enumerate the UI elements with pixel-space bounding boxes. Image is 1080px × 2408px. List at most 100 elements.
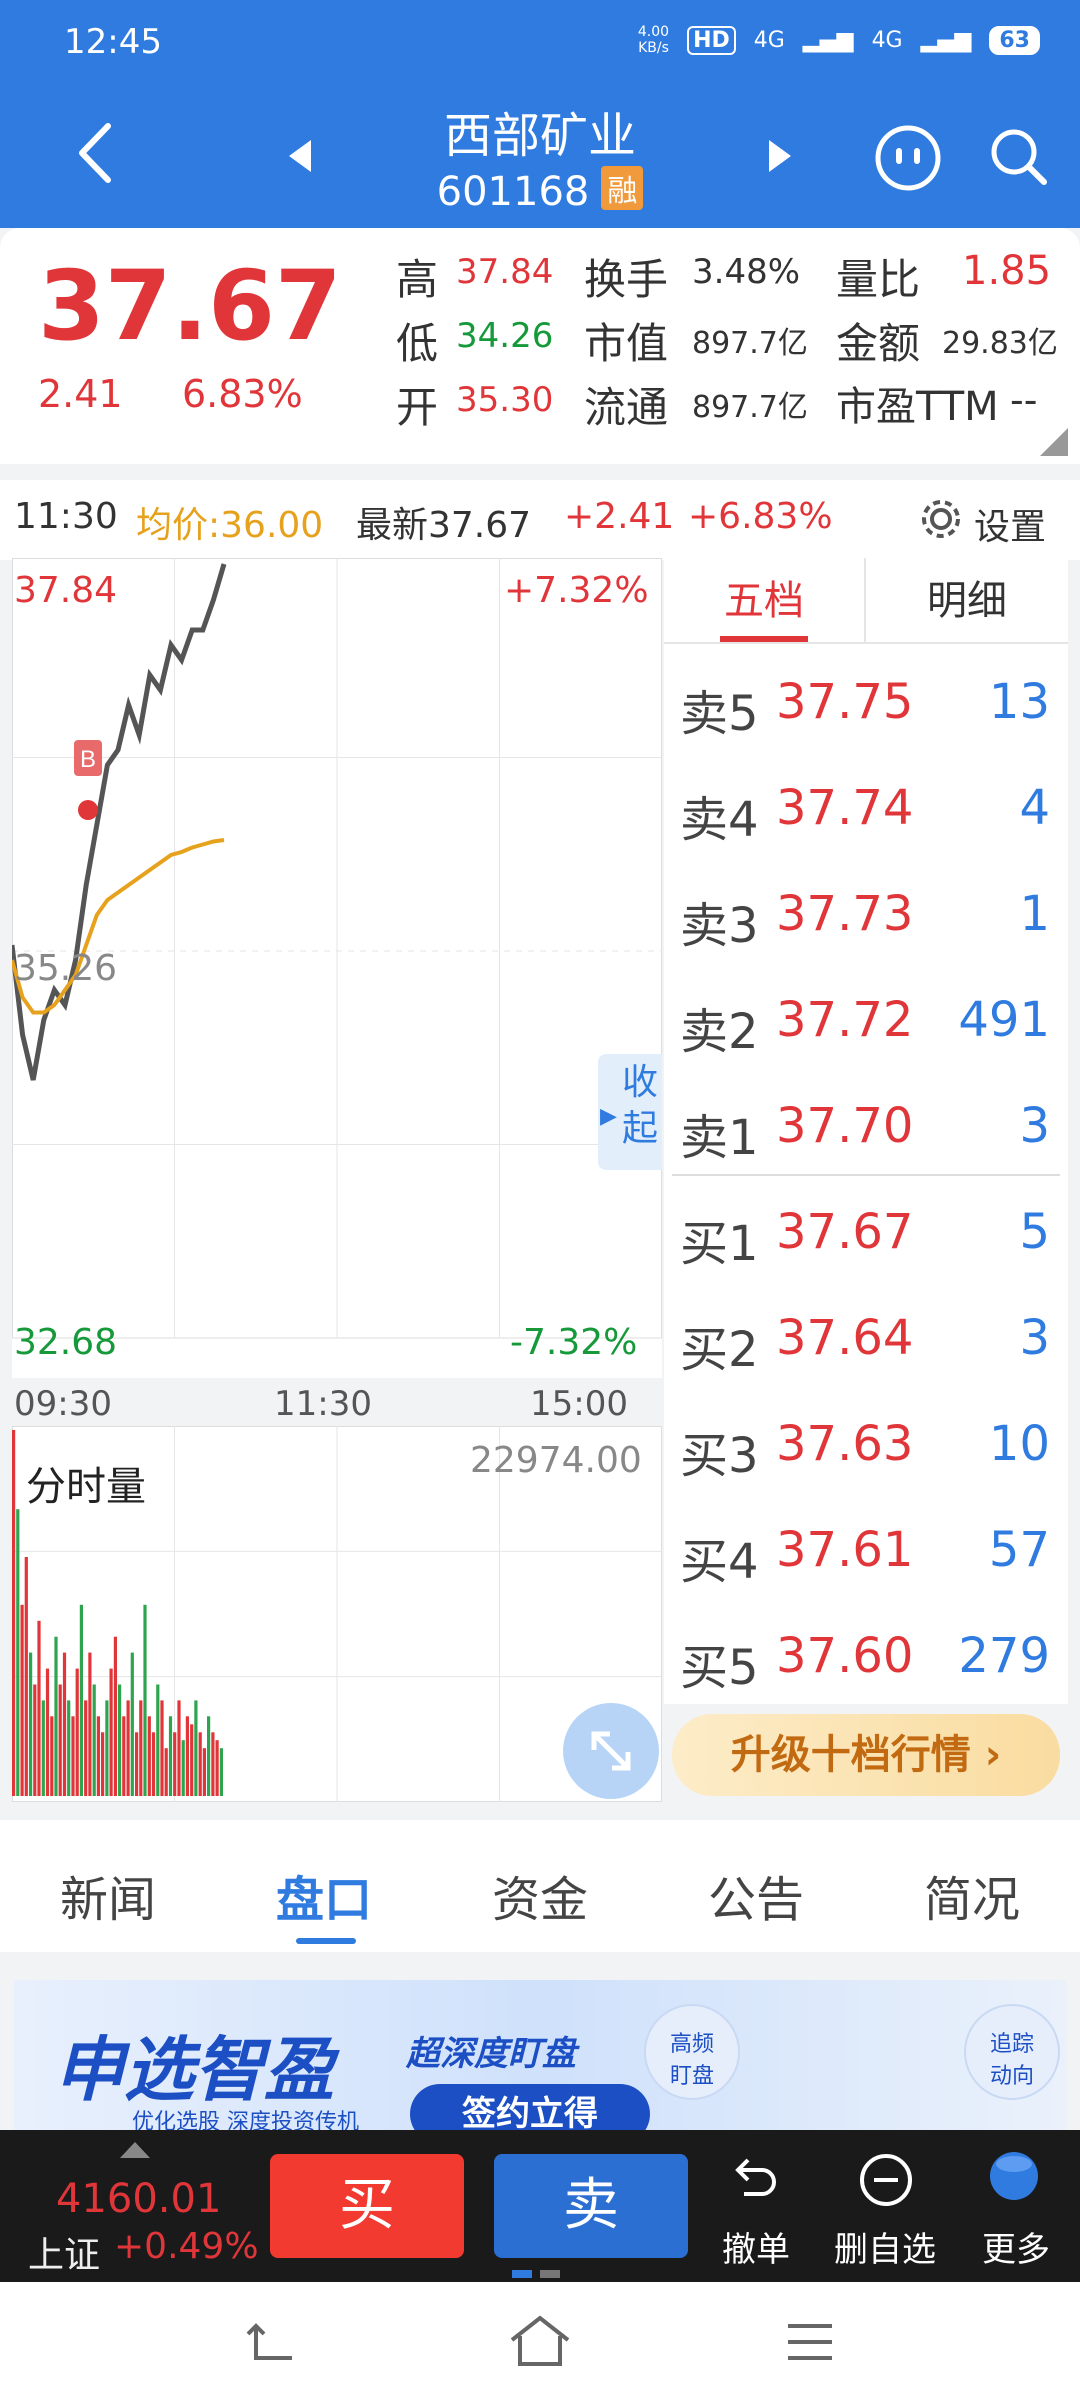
ask-row-5: 卖5 37.75 13	[680, 674, 1050, 742]
chart-bottom-pct: -7.32%	[510, 1322, 638, 1363]
volume-bar	[198, 1732, 202, 1796]
ask-row-2: 卖2 37.72 491	[680, 992, 1050, 1060]
volume-bar	[168, 1716, 173, 1796]
tab-active-underline	[296, 1938, 356, 1944]
amount-value: 29.83亿	[942, 326, 1058, 361]
banner-badge-freq: 高频 盯盘	[644, 2004, 740, 2100]
turnover-value: 3.48%	[692, 252, 801, 292]
chat-bot-icon[interactable]	[872, 122, 944, 194]
banner-cta: 签约立得	[410, 2084, 650, 2130]
volume-bar	[29, 1652, 33, 1796]
low-value: 34.26	[456, 316, 554, 356]
signal-bars-icon-2: ▂▄▆	[920, 27, 972, 53]
battery-icon: 63	[989, 25, 1040, 55]
net-speed: 4.00 KB/s	[637, 24, 670, 56]
page-dot-active	[512, 2270, 532, 2278]
gear-icon[interactable]	[918, 496, 964, 542]
toolbar-change-pct: +6.83%	[688, 496, 833, 537]
upgrade-ten-levels-button[interactable]: 升级十档行情 ›	[672, 1714, 1060, 1796]
volume-bar	[50, 1716, 54, 1796]
tab-profile[interactable]: 简况	[864, 1860, 1080, 1930]
tab-detail[interactable]: 明细	[866, 558, 1068, 644]
nav-back-icon[interactable]	[244, 2318, 300, 2368]
volume-bar	[84, 1700, 88, 1796]
time-end: 15:00	[530, 1384, 628, 1424]
banner-badge-track: 追踪 动向	[964, 2004, 1060, 2100]
volume-bar	[12, 1430, 16, 1796]
volume-bar	[126, 1700, 130, 1796]
volume-bar	[151, 1732, 156, 1796]
chart-bottom-price: 32.68	[14, 1322, 118, 1363]
chart-mid-price: 35.26	[14, 948, 118, 989]
signal-4g-2: 4G	[871, 27, 903, 53]
bid-row-1: 买1 37.67 5	[680, 1204, 1050, 1272]
tab-announcements[interactable]: 公告	[648, 1860, 864, 1930]
volume-bar	[118, 1684, 122, 1796]
signal-4g-1: 4G	[753, 27, 785, 53]
buy-marker-dot	[78, 800, 98, 820]
volume-bar	[75, 1668, 79, 1796]
volume-bar	[181, 1740, 185, 1796]
volume-bar	[92, 1684, 96, 1796]
banner-slogan: 超深度盯盘	[406, 2034, 576, 2074]
more-button[interactable]: 更多	[982, 2222, 1050, 2271]
buy-button[interactable]: 买	[270, 2154, 464, 2258]
mktcap-value: 897.7亿	[692, 326, 808, 361]
float-label: 流通	[584, 383, 669, 432]
next-stock-icon[interactable]	[765, 136, 795, 176]
volume-bar	[105, 1700, 109, 1796]
volume-bar	[139, 1700, 143, 1796]
volume-bar	[215, 1740, 219, 1796]
chart-top-price: 37.84	[14, 570, 118, 611]
volume-bar	[16, 1509, 20, 1796]
volume-bar	[113, 1636, 117, 1796]
high-value: 37.84	[456, 252, 554, 292]
status-time: 12:45	[64, 22, 162, 62]
time-mid: 11:30	[274, 1384, 372, 1424]
collapse-button[interactable]: ▶ 收起	[598, 1054, 662, 1170]
nav-menu-icon[interactable]	[784, 2318, 836, 2366]
more-icon	[990, 2152, 1038, 2200]
volume-bar	[173, 1732, 177, 1796]
pe-label: 市盈TTM	[836, 384, 999, 430]
volume-bar	[71, 1716, 75, 1796]
volume-bar	[96, 1716, 100, 1796]
nav-home-icon[interactable]	[508, 2314, 572, 2370]
volume-bar	[207, 1716, 211, 1796]
tab-news[interactable]: 新闻	[0, 1860, 216, 1930]
fullscreen-icon[interactable]	[562, 1702, 660, 1800]
toolbar-change: +2.41	[564, 496, 675, 537]
volume-bar	[156, 1684, 160, 1796]
tab-handicap[interactable]: 盘口	[216, 1860, 432, 1930]
tab-funds[interactable]: 资金	[432, 1860, 648, 1930]
margin-badge: 融	[601, 166, 644, 210]
volume-bar	[88, 1652, 92, 1796]
expand-corner-icon[interactable]	[1040, 428, 1068, 456]
latest-price: 最新37.67	[356, 505, 532, 546]
volume-bar	[177, 1700, 181, 1796]
volume-bar	[41, 1700, 45, 1796]
volume-bar	[194, 1700, 198, 1796]
signal-bars-icon: ▂▄▆	[802, 27, 854, 53]
cancel-order-button[interactable]: 撤单	[722, 2222, 790, 2271]
volume-bar	[24, 1557, 28, 1796]
ask-row-4: 卖4 37.74 4	[680, 780, 1050, 848]
collapse-arrow-icon: ▶	[600, 1104, 617, 1129]
settings-button[interactable]: 设置	[974, 498, 1046, 550]
search-icon[interactable]	[986, 124, 1050, 188]
volume-bar	[37, 1620, 41, 1796]
tab-five-levels[interactable]: 五档	[664, 558, 866, 644]
remove-watchlist-button[interactable]: 删自选	[834, 2222, 936, 2271]
promo-banner[interactable]: 申选智盈 超深度盯盘 签约立得 优化选股 深度投资传机 高频 盯盘 追踪 动向	[14, 1980, 1066, 2130]
volume-max: 22974.00	[470, 1440, 642, 1481]
volume-bar	[190, 1724, 194, 1796]
index-value[interactable]: 4160.01	[56, 2176, 221, 2222]
stock-code: 601168	[436, 169, 590, 215]
price-change-pct: 6.83%	[182, 372, 303, 416]
volume-bar	[79, 1604, 83, 1796]
bid-row-3: 买3 37.63 10	[680, 1416, 1050, 1484]
order-book-panel: 五档 明细 卖5 37.75 13 卖4 37.74 4 卖3 37.73 1 卖2 37.7…	[664, 558, 1068, 1704]
volume-bar	[58, 1684, 62, 1796]
chart-time: 11:30	[14, 496, 118, 537]
sell-button[interactable]: 卖	[494, 2154, 688, 2258]
